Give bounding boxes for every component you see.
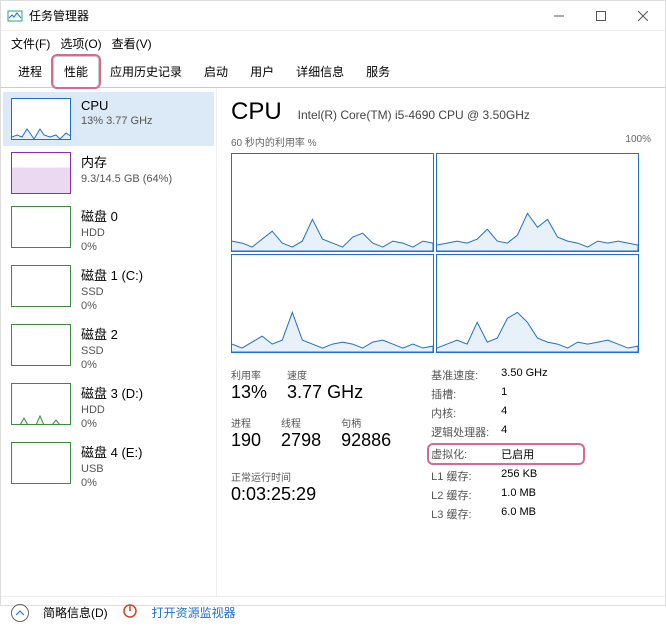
chart-label-left: 60 秒内的利用率 %	[231, 134, 317, 149]
tab-services[interactable]: 服务	[355, 56, 401, 87]
stat-processes: 进程 190	[231, 415, 261, 451]
menu-file[interactable]: 文件(F)	[7, 33, 54, 54]
sidebar-item-label: 磁盘 0	[81, 206, 118, 225]
stat-uptime-label: 正常运行时间	[231, 469, 391, 484]
sidebar-item-sub: HDD	[81, 227, 118, 239]
menubar: 文件(F) 选项(O) 查看(V)	[1, 31, 665, 56]
app-icon	[7, 8, 23, 24]
sidebar-item-label: 磁盘 3 (D:)	[81, 383, 143, 402]
disk-thumb-icon	[11, 324, 71, 366]
tabbar: 进程 性能 应用历史记录 启动 用户 详细信息 服务	[1, 56, 665, 88]
tab-details[interactable]: 详细信息	[285, 56, 355, 87]
minimize-button[interactable]	[547, 4, 571, 28]
virtualization-row: 虚拟化:已启用	[427, 443, 585, 465]
disk-thumb-icon	[11, 265, 71, 307]
fewer-details-button[interactable]: 简略信息(D)	[43, 604, 108, 621]
chart-core2	[231, 254, 434, 353]
sidebar-item-label: 内存	[81, 152, 172, 171]
stat-utilization: 利用率 13%	[231, 367, 267, 403]
window-title: 任务管理器	[29, 7, 547, 24]
main-panel: CPU Intel(R) Core(TM) i5-4690 CPU @ 3.50…	[217, 88, 665, 596]
sidebar-item-sub: 0%	[81, 300, 143, 312]
sidebar-item-sub: 0%	[81, 477, 142, 489]
sidebar-item-sub: SSD	[81, 345, 118, 357]
chart-core1	[436, 153, 639, 252]
sidebar-item-memory[interactable]: 内存 9.3/14.5 GB (64%)	[3, 146, 214, 200]
stat-uptime: 0:03:25:29	[231, 484, 391, 505]
sidebar-item-sub: USB	[81, 463, 142, 475]
tab-processes[interactable]: 进程	[7, 56, 53, 87]
cpu-details: 基准速度:3.50 GHz 插槽:1 内核:4 逻辑处理器:4 虚拟化:已启用 …	[431, 367, 581, 522]
sidebar-item-sub: 0%	[81, 241, 118, 253]
tab-startup[interactable]: 启动	[193, 56, 239, 87]
sidebar-item-disk1[interactable]: 磁盘 1 (C:) SSD 0%	[3, 259, 214, 318]
tab-users[interactable]: 用户	[239, 56, 285, 87]
sidebar-item-label: CPU	[81, 98, 153, 113]
disk-thumb-icon	[11, 442, 71, 484]
page-title: CPU	[231, 98, 282, 126]
chart-core3	[436, 254, 639, 353]
sidebar-item-cpu[interactable]: CPU 13% 3.77 GHz	[3, 92, 214, 146]
cpu-thumb-icon	[11, 98, 71, 140]
chart-label-right: 100%	[625, 134, 651, 149]
sidebar-item-disk4[interactable]: 磁盘 4 (E:) USB 0%	[3, 436, 214, 495]
sidebar-item-sub: 0%	[81, 418, 143, 430]
maximize-button[interactable]	[589, 4, 613, 28]
disk-thumb-icon	[11, 383, 71, 425]
sidebar-item-disk0[interactable]: 磁盘 0 HDD 0%	[3, 200, 214, 259]
sidebar: CPU 13% 3.77 GHz 内存 9.3/14.5 GB (64%) 磁盘…	[1, 88, 217, 596]
chevron-up-icon[interactable]	[11, 604, 29, 622]
sidebar-item-sub: HDD	[81, 404, 143, 416]
sidebar-item-disk2[interactable]: 磁盘 2 SSD 0%	[3, 318, 214, 377]
sidebar-item-sub: 0%	[81, 359, 118, 371]
stat-speed: 速度 3.77 GHz	[287, 367, 363, 403]
sidebar-item-label: 磁盘 1 (C:)	[81, 265, 143, 284]
menu-view[interactable]: 查看(V)	[108, 33, 156, 54]
close-button[interactable]	[631, 4, 655, 28]
memory-thumb-icon	[11, 152, 71, 194]
sidebar-item-label: 磁盘 2	[81, 324, 118, 343]
stat-threads: 线程 2798	[281, 415, 321, 451]
cpu-model: Intel(R) Core(TM) i5-4690 CPU @ 3.50GHz	[298, 108, 530, 122]
sidebar-item-sub: 9.3/14.5 GB (64%)	[81, 173, 172, 185]
sidebar-item-sub: SSD	[81, 286, 143, 298]
sidebar-item-sub: 13% 3.77 GHz	[81, 115, 153, 127]
tab-app-history[interactable]: 应用历史记录	[99, 56, 193, 87]
sidebar-item-disk3[interactable]: 磁盘 3 (D:) HDD 0%	[3, 377, 214, 436]
footer: 简略信息(D) 打开资源监视器	[1, 596, 665, 628]
cpu-charts[interactable]	[231, 153, 639, 353]
titlebar: 任务管理器	[1, 1, 665, 31]
tab-performance[interactable]: 性能	[53, 56, 99, 87]
chart-core0	[231, 153, 434, 252]
open-resource-monitor-link[interactable]: 打开资源监视器	[152, 604, 236, 621]
sidebar-item-label: 磁盘 4 (E:)	[81, 442, 142, 461]
menu-options[interactable]: 选项(O)	[56, 33, 105, 54]
disk-thumb-icon	[11, 206, 71, 248]
stat-handles: 句柄 92886	[341, 415, 391, 451]
